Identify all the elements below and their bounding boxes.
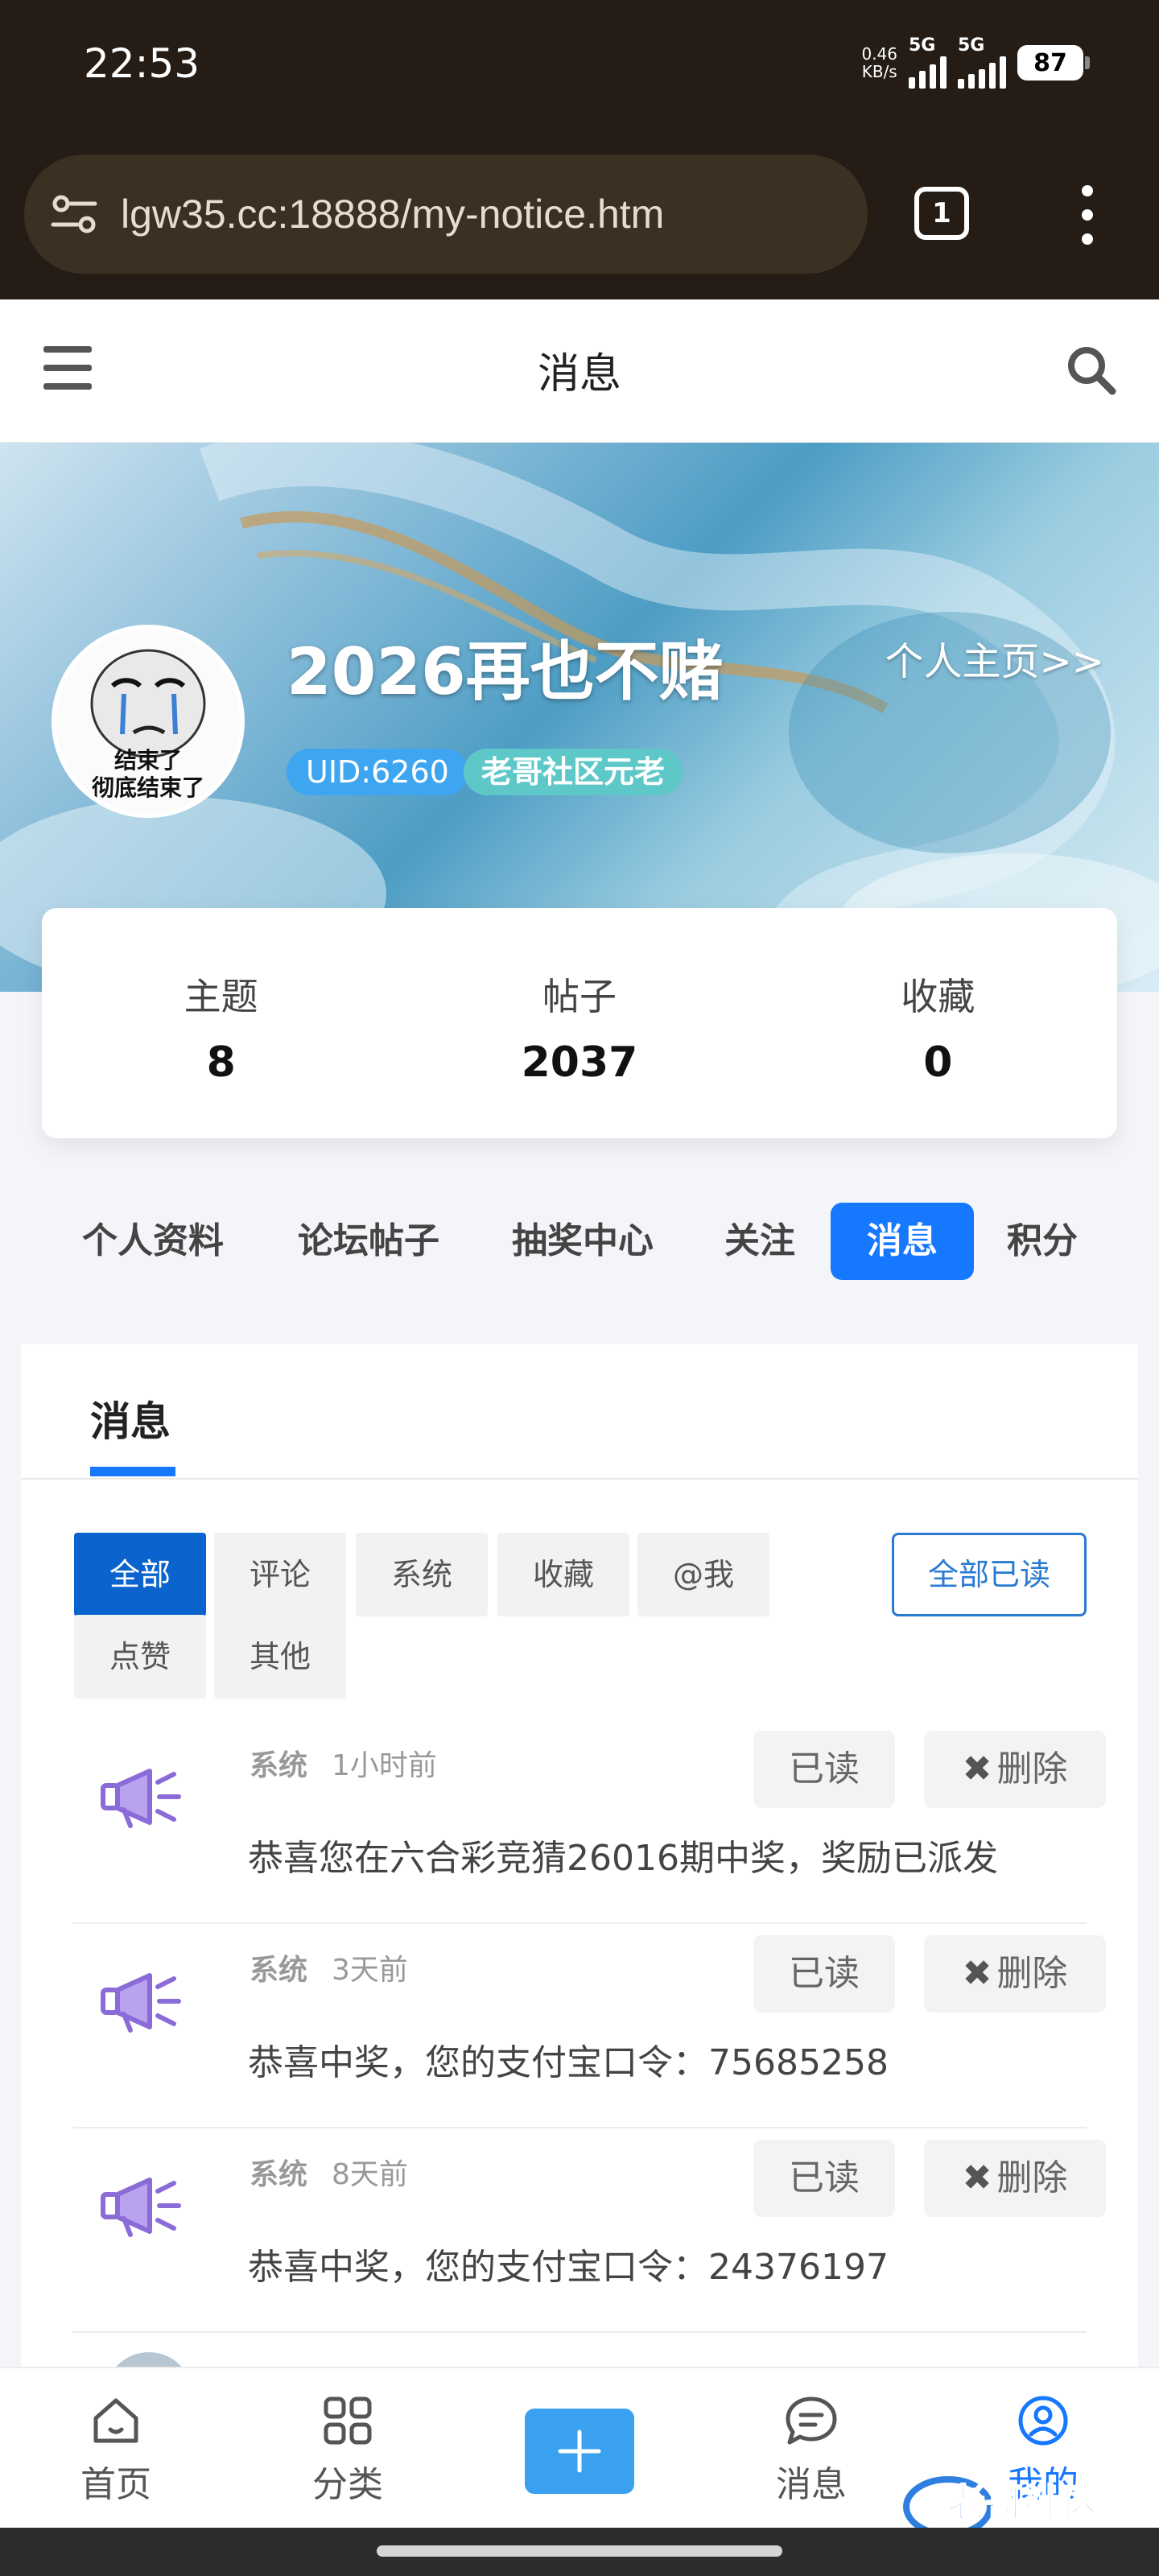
filter-comments[interactable]: 评论 — [214, 1533, 346, 1616]
avatar-caption: 结束了 彻底结束了 — [91, 747, 204, 801]
battery-icon: 87 — [1017, 45, 1090, 80]
close-icon: ✖ — [962, 1953, 992, 1994]
delete-button[interactable]: ✖ 删除 — [924, 2140, 1106, 2217]
tab-profile[interactable]: 个人资料 — [74, 1203, 232, 1280]
tab-forum-posts[interactable]: 论坛帖子 — [288, 1203, 449, 1280]
close-icon: ✖ — [962, 1748, 992, 1790]
homepage-link[interactable]: 个人主页>> — [885, 630, 1104, 686]
network-speed: 0.46 KB/s — [861, 44, 897, 81]
message-time: 8天前 — [332, 2158, 408, 2191]
browser-toolbar: lgw35.cc:18888/my-notice.htm 1 — [0, 137, 1159, 299]
status-time: 22:53 — [84, 40, 200, 87]
home-gesture-handle[interactable] — [377, 2545, 782, 2557]
status-icons: 0.46 KB/s 5G 5G 87 — [861, 37, 1090, 89]
stat-topics[interactable]: 主题 8 — [42, 908, 400, 1138]
delete-button[interactable]: ✖ 删除 — [924, 1935, 1106, 2013]
message-time: 1小时前 — [332, 1749, 437, 1782]
filter-system[interactable]: 系统 — [356, 1533, 488, 1616]
chat-icon — [786, 2396, 837, 2445]
message-type: 系统 — [250, 2158, 308, 2191]
nav-messages[interactable]: 消息 — [747, 2392, 876, 2507]
home-icon — [93, 2398, 138, 2443]
mark-all-read-button[interactable]: 全部已读 — [892, 1533, 1087, 1616]
message-item[interactable]: 系统 8天前 已读 ✖ 删除 恭喜中奖，您的支付宝口令：24376197 — [72, 2128, 1106, 2333]
svg-text:老哥社区: 老哥社区 — [947, 2481, 1101, 2526]
address-bar[interactable]: lgw35.cc:18888/my-notice.htm — [24, 155, 868, 274]
messages-panel: 消息 全部 评论 系统 收藏 @我 点赞 其他 全部已读 系统 1小时前 已读 … — [21, 1344, 1138, 2441]
stats-card: 主题 8 帖子 2037 收藏 0 — [42, 908, 1117, 1138]
panel-title[interactable]: 消息 — [90, 1389, 171, 1447]
plus-icon — [558, 2429, 601, 2473]
filter-mentions[interactable]: @我 — [637, 1533, 769, 1616]
tab-points[interactable]: 积分 — [995, 1203, 1090, 1280]
close-icon: ✖ — [962, 2157, 992, 2198]
tab-following[interactable]: 关注 — [713, 1203, 806, 1280]
panel-title-underline — [90, 1467, 175, 1476]
divider — [21, 1478, 1138, 1480]
stat-favorites[interactable]: 收藏 0 — [759, 908, 1117, 1138]
username: 2026再也不赌 — [287, 634, 724, 709]
uid-badge: UID:6260 — [287, 749, 468, 795]
message-body: 恭喜您在六合彩竞猜26016期中奖，奖励已派发 — [248, 1838, 998, 1879]
tab-lottery[interactable]: 抽奖中心 — [504, 1203, 662, 1280]
megaphone-icon — [101, 2178, 181, 2237]
url-text[interactable]: lgw35.cc:18888/my-notice.htm — [121, 191, 664, 237]
mark-read-button[interactable]: 已读 — [753, 1731, 895, 1808]
site-settings-icon[interactable] — [50, 194, 98, 234]
filter-all[interactable]: 全部 — [74, 1533, 206, 1616]
message-body: 恭喜中奖，您的支付宝口令：24376197 — [248, 2247, 889, 2288]
page-header: 消息 — [0, 299, 1159, 443]
page-title: 消息 — [537, 350, 621, 398]
message-body: 恭喜中奖，您的支付宝口令：75685258 — [248, 2042, 889, 2083]
add-post-button[interactable] — [525, 2409, 634, 2494]
message-time: 3天前 — [332, 1954, 408, 1987]
user-avatar[interactable]: 结束了 彻底结束了 — [52, 625, 245, 818]
megaphone-icon — [101, 1769, 181, 1828]
system-gesture-bar — [0, 2528, 1159, 2576]
signal-sim2-icon: 5G — [958, 37, 1006, 89]
message-item[interactable]: 系统 1小时前 已读 ✖ 删除 恭喜您在六合彩竞猜26016期中奖，奖励已派发 — [72, 1719, 1106, 1924]
filter-likes[interactable]: 点赞 — [74, 1615, 206, 1699]
filter-favorites[interactable]: 收藏 — [497, 1533, 629, 1616]
stat-posts[interactable]: 帖子 2037 — [400, 908, 758, 1138]
user-circle-icon — [1018, 2396, 1068, 2446]
mark-read-button[interactable]: 已读 — [753, 1935, 895, 2013]
delete-button[interactable]: ✖ 删除 — [924, 1731, 1106, 1808]
tab-messages[interactable]: 消息 — [831, 1203, 974, 1280]
nav-categories[interactable]: 分类 — [283, 2392, 412, 2507]
message-item[interactable]: 系统 3天前 已读 ✖ 删除 恭喜中奖，您的支付宝口令：75685258 — [72, 1924, 1106, 2128]
tab-switcher-button[interactable]: 1 — [914, 187, 969, 240]
message-type: 系统 — [250, 1954, 308, 1987]
grid-icon — [324, 2396, 372, 2445]
megaphone-icon — [101, 1973, 181, 2033]
more-options-icon[interactable] — [1075, 185, 1099, 245]
profile-tabs: 个人资料 论坛帖子 抽奖中心 关注 消息 积分 — [0, 1203, 1159, 1280]
mark-read-button[interactable]: 已读 — [753, 2140, 895, 2217]
status-bar: 22:53 0.46 KB/s 5G 5G 87 — [0, 0, 1159, 137]
filter-other[interactable]: 其他 — [214, 1615, 346, 1699]
nav-home[interactable]: 首页 — [52, 2392, 180, 2507]
search-icon[interactable] — [1066, 345, 1117, 396]
message-type: 系统 — [250, 1749, 308, 1782]
signal-sim1-icon: 5G — [909, 37, 947, 89]
rank-badge: 老哥社区元老 — [464, 749, 683, 795]
